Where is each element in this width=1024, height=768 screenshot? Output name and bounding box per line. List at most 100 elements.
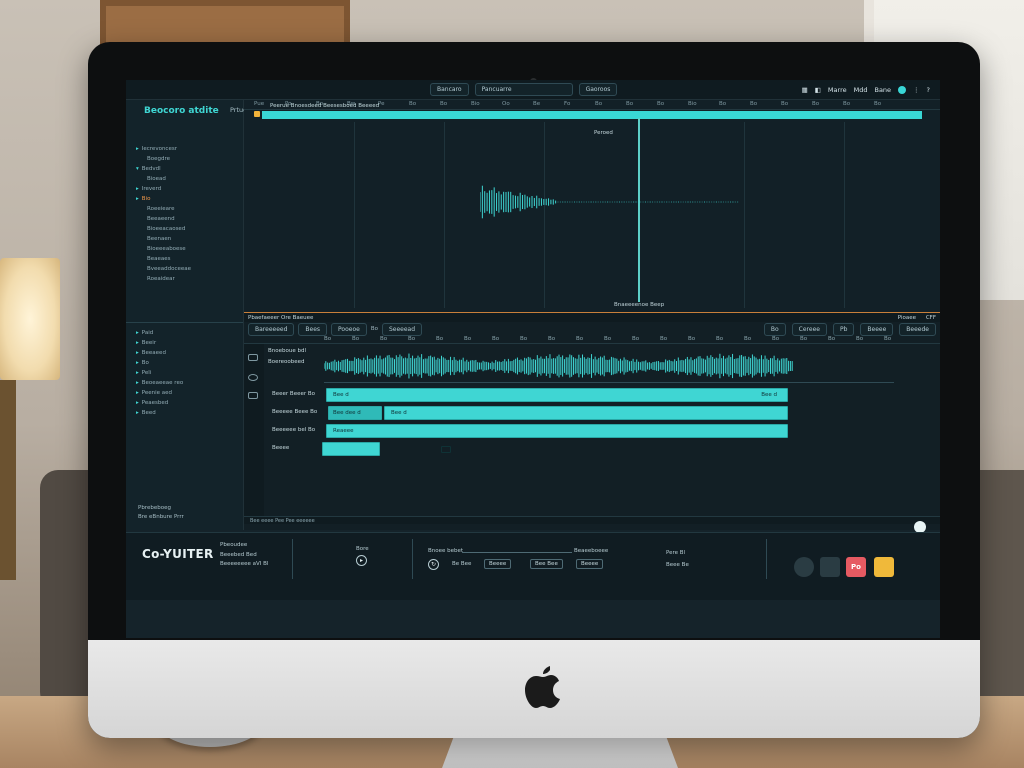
sync-button[interactable]: Beeee <box>484 559 512 569</box>
browser-item[interactable]: Beeaeend <box>136 214 191 224</box>
midi-clip[interactable]: Bee d <box>384 406 788 420</box>
editor-extra[interactable]: CFF <box>926 315 936 321</box>
play-button[interactable]: ▸ <box>356 555 367 566</box>
marker-label: Peroed <box>594 130 613 136</box>
region-header[interactable] <box>262 111 922 119</box>
mic-button[interactable] <box>794 557 814 577</box>
audio-editor[interactable]: Bareeeeed Bees Pooeoe Bo Seeeead Bo Cere… <box>244 322 940 533</box>
browser-item[interactable]: ▸ Peaesbed <box>136 398 183 408</box>
browser-item[interactable]: ▸ Beeaeed <box>136 348 183 358</box>
browser-item[interactable]: ▸ Beed <box>136 408 183 418</box>
lane-headphone-icon[interactable] <box>248 374 258 381</box>
browser-item[interactable]: ▸ Beoeaeeae reo <box>136 378 183 388</box>
chevron-right-icon[interactable]: ▸ <box>136 350 139 356</box>
horizontal-scrollbar[interactable]: Bee eeee Pee Pee eeeeee <box>244 516 940 524</box>
track-name[interactable]: Beeeeee bel Bo <box>272 427 315 433</box>
expand-chevron-icon[interactable]: ▸ <box>136 146 139 152</box>
midi-clip[interactable] <box>322 442 451 456</box>
browser-item[interactable]: Bveeaddoceeae <box>136 264 191 274</box>
midi-clip[interactable]: Bee d Bee d <box>326 388 788 402</box>
chevron-right-icon[interactable]: ▸ <box>136 410 139 416</box>
editor-ruler[interactable]: Bo Bo Bo Bo Bo Bo Bo Bo Bo Bo Bo Bo Bo Bo Bo Bo Bo Bo Bo Bo… <box>244 335 940 344</box>
meter-button[interactable]: Beeee <box>576 559 604 569</box>
topbar-item-2[interactable]: Mdd <box>854 86 868 94</box>
sidebar: Beocoro atdite Prtuenues ▸IecrevoncesrBo… <box>126 100 263 530</box>
expand-chevron-icon[interactable]: ▾ <box>136 166 139 172</box>
tempo-button[interactable]: Bee Bee <box>530 559 563 569</box>
loop-label[interactable]: Be Bee <box>452 560 471 569</box>
camera-button[interactable] <box>820 557 840 577</box>
browser-item[interactable]: Beenaen <box>136 234 191 244</box>
ruler-tick-label: Bo <box>828 336 836 342</box>
browser-item-label: Bveeaddoceeae <box>147 266 192 272</box>
chevron-right-icon[interactable]: ▸ <box>136 370 139 376</box>
record-button[interactable]: Po <box>846 557 866 577</box>
chevron-right-icon[interactable]: ▸ <box>136 330 139 336</box>
marker-icon <box>254 111 260 117</box>
help-icon[interactable]: ? <box>927 86 930 94</box>
grid-line <box>354 122 355 308</box>
ruler-tick-label: Bo <box>352 336 360 342</box>
browser-item[interactable]: Boegdre <box>136 154 191 164</box>
expand-chevron-icon[interactable]: ▸ <box>136 196 139 202</box>
topbar-item-3[interactable]: Bane <box>874 86 891 94</box>
track-name[interactable]: Beeer Beeer Bo <box>272 391 315 397</box>
browser-item[interactable]: Bioead <box>136 174 191 184</box>
audio-waveform[interactable] <box>324 352 794 380</box>
browser-item[interactable]: Roeaidear <box>136 274 191 284</box>
editor-right-3[interactable]: Pb <box>832 322 855 336</box>
chevron-right-icon[interactable]: ▸ <box>136 390 139 396</box>
midi-clip[interactable]: Reaeee <box>326 424 788 438</box>
expand-chevron-icon[interactable]: ▸ <box>136 186 139 192</box>
divider <box>766 539 767 579</box>
loop-icon[interactable]: ↻ <box>428 559 439 570</box>
editor-right-1[interactable]: Bo <box>763 322 786 336</box>
browser-item[interactable]: ▸ Peli <box>136 368 183 378</box>
chevron-right-icon[interactable]: ▸ <box>136 400 139 406</box>
lane-speaker-icon[interactable] <box>248 354 258 361</box>
editor-right-5[interactable]: Beeede <box>899 322 936 336</box>
browser-item[interactable]: Bioeeacaosed <box>136 224 191 234</box>
browser-item[interactable]: ▸ Iecrevoncesr <box>136 144 191 154</box>
browser-item[interactable]: Bioeeeaboese <box>136 244 191 254</box>
project-selector[interactable]: Bancaro <box>430 83 469 96</box>
editor-quantize[interactable]: Seeeead <box>381 322 423 336</box>
mode-label: Bnoee bebet <box>428 548 464 554</box>
search-field[interactable]: Pancuarre <box>474 83 573 96</box>
browser-item[interactable]: ▸ Ireverd <box>136 184 191 194</box>
browser-item-label: Beaeaes <box>147 256 171 262</box>
ruler-tick-label: Bo <box>436 336 444 342</box>
chevron-right-icon[interactable]: ▸ <box>136 380 139 386</box>
alert-button[interactable] <box>874 557 894 577</box>
ruler-tick-label: Bo <box>657 101 665 107</box>
browser-item[interactable]: ▸ Beeir <box>136 338 183 348</box>
chevron-right-icon[interactable]: ▸ <box>136 340 139 346</box>
browser-item[interactable]: Roeeieare <box>136 204 191 214</box>
chevron-right-icon[interactable]: ▸ <box>136 360 139 366</box>
track-name[interactable]: Beeeee Beee Bo <box>272 409 317 415</box>
grid-icon[interactable]: ▦ <box>802 86 808 94</box>
browser-item[interactable]: ▸ Peenie aed <box>136 388 183 398</box>
lane-folder-icon[interactable] <box>248 392 258 399</box>
browser-item[interactable]: ▸ Paid <box>136 328 183 338</box>
browser-item[interactable]: Beaeaes <box>136 254 191 264</box>
editor-mode[interactable]: Bareeeeed <box>248 322 295 336</box>
browser-item[interactable]: ▾ Bedvdl <box>136 164 191 174</box>
position-slider[interactable] <box>462 552 572 553</box>
track-name[interactable]: Beeee <box>272 445 289 451</box>
editor-right-4[interactable]: Beeee <box>860 322 894 336</box>
more-icon[interactable]: ⋮ <box>913 86 920 94</box>
editor-zoom[interactable]: Pioaee <box>898 315 916 321</box>
browser-item[interactable]: ▸ Bo <box>136 358 183 368</box>
editor-right-2[interactable]: Cereee <box>791 322 827 336</box>
view-icon[interactable]: ◧ <box>815 86 821 94</box>
editor-tool[interactable]: Bees <box>298 322 328 336</box>
topbar-item-1[interactable]: Marre <box>828 86 847 94</box>
browser-item[interactable]: ▸ Bio <box>136 194 191 204</box>
midi-clip[interactable]: Bee dee d <box>328 406 382 420</box>
editor-bar: Bo <box>370 326 378 332</box>
ruler-tick-label: Bo <box>884 336 892 342</box>
editor-snap[interactable]: Pooeoe <box>331 322 367 336</box>
mode-button[interactable]: Gaoroos <box>578 83 618 96</box>
arrange-view[interactable]: Pue Po Bo Bw Pe Bo Bo Bio Oo Be Fo Bo Bo Bo Bio Bo Bo Bo B… <box>244 100 940 312</box>
